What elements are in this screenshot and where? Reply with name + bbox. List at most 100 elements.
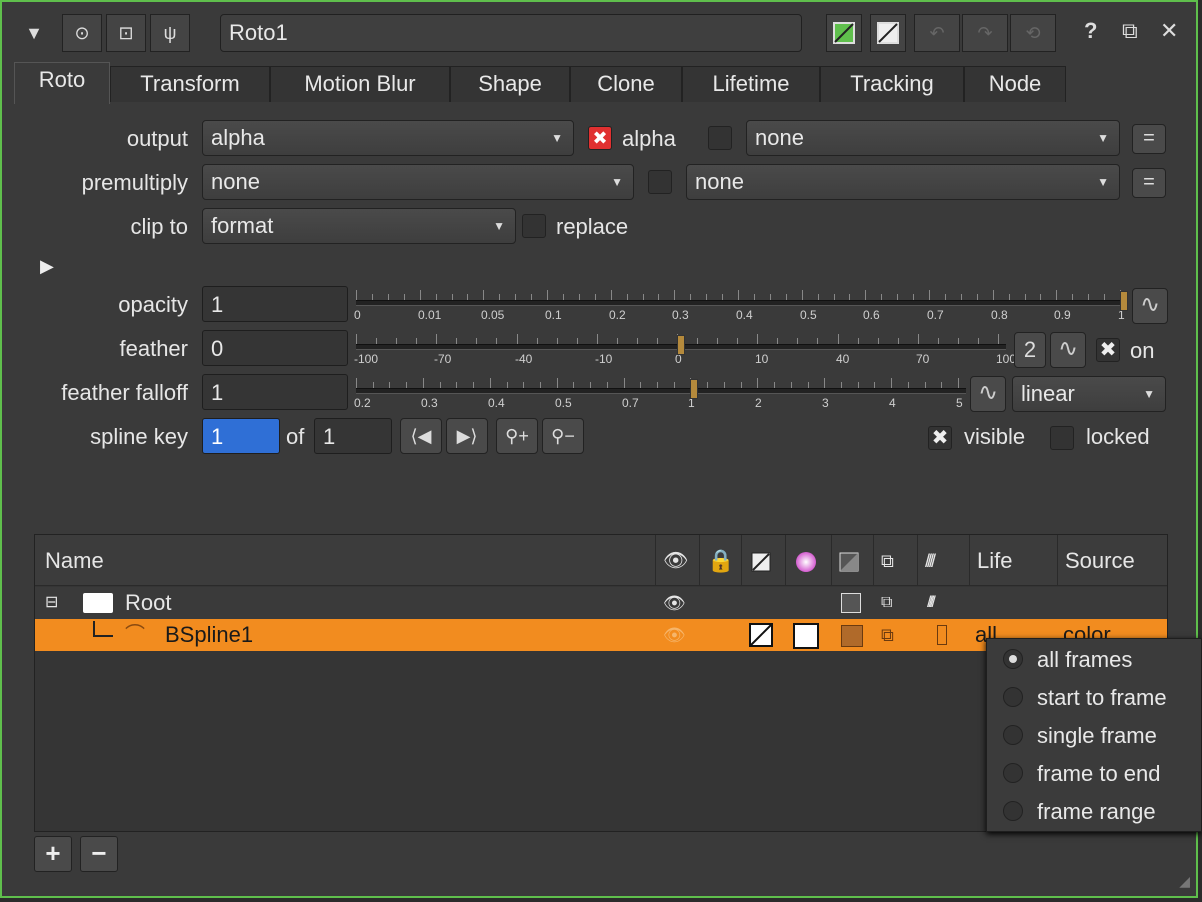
motionblur-icon[interactable]: //// (927, 587, 936, 619)
col-name[interactable]: Name (45, 535, 104, 585)
expand-arrow-icon[interactable]: ▶ (40, 256, 54, 277)
help-icon[interactable]: ? (1084, 18, 1097, 44)
col-source[interactable]: Source (1065, 535, 1135, 585)
tab-shape[interactable]: Shape (450, 66, 570, 102)
eye-icon[interactable]: 👁 (663, 587, 686, 619)
slider-track[interactable] (356, 388, 966, 394)
premultiply-eq-button[interactable]: = (1132, 168, 1166, 198)
splinekey-input[interactable]: 1 (202, 418, 280, 454)
slider-tick (523, 382, 524, 388)
locked-checkbox[interactable] (1050, 426, 1074, 450)
visible-checkbox[interactable]: ✖ (928, 426, 952, 450)
menu-item-all-frames[interactable]: all frames (987, 641, 1201, 679)
feather-curve-icon[interactable]: ∿ (1050, 332, 1086, 368)
remove-shape-button[interactable]: − (80, 836, 118, 872)
replace-checkbox[interactable] (522, 214, 546, 238)
eye-icon[interactable]: 👁 (663, 619, 686, 651)
remove-key-icon[interactable]: ⚲− (542, 418, 584, 454)
slider-tick (456, 338, 457, 344)
output-channel2-checkbox[interactable] (708, 126, 732, 150)
premultiply-channel2-checkbox[interactable] (648, 170, 672, 194)
overlay-icon[interactable] (749, 623, 773, 656)
slider-tick (913, 294, 914, 300)
tab-motion-blur[interactable]: Motion Blur (270, 66, 450, 102)
col-visibility-eye-icon[interactable]: 👁 (663, 535, 688, 585)
collapse-icon[interactable]: ⊟ (45, 587, 58, 619)
node-circle-icon[interactable]: ⊙ (62, 14, 102, 52)
output-alpha-checkbox[interactable]: ✖ (588, 126, 612, 150)
undo-icon[interactable]: ↶ (914, 14, 960, 52)
premultiply-channel2-dropdown[interactable]: none ▼ (686, 164, 1120, 200)
tree-row-root[interactable]: ⊟ Root 👁 ⧉ //// (35, 587, 1167, 619)
close-icon[interactable]: ✕ (1160, 18, 1178, 44)
tab-roto[interactable]: Roto (14, 62, 110, 104)
blend-icon[interactable]: ⧉ (881, 619, 894, 651)
add-key-icon[interactable]: ⚲+ (496, 418, 538, 454)
slider-tick-label: 0.8 (991, 308, 1008, 322)
slider-tick (467, 294, 468, 300)
premultiply-dropdown[interactable]: none ▼ (202, 164, 634, 200)
opacity-curve-icon[interactable]: ∿ (1132, 288, 1168, 324)
tab-transform[interactable]: Transform (110, 66, 270, 102)
slider-tick (757, 334, 758, 344)
feather-input[interactable]: 0 (202, 330, 348, 366)
slider-tick (473, 382, 474, 388)
falloff-type-dropdown[interactable]: linear ▼ (1012, 376, 1166, 412)
resize-grip-icon[interactable]: ◢ (1179, 873, 1190, 890)
menu-item-frame-range[interactable]: frame range (987, 793, 1201, 831)
next-key-icon[interactable]: ▶⟩ (446, 418, 488, 454)
slider-tick (697, 338, 698, 344)
col-blend-icon[interactable]: ⧉ (881, 535, 894, 585)
collapse-arrow-icon[interactable]: ▼ (14, 14, 54, 52)
slider-tick-label: 0.7 (927, 308, 944, 322)
blend-icon[interactable]: ⧉ (881, 587, 892, 619)
redo-icon[interactable]: ↷ (962, 14, 1008, 52)
tab-tracking[interactable]: Tracking (820, 66, 964, 102)
viewer-icon[interactable]: ⊡ (106, 14, 146, 52)
opacity-input[interactable]: 1 (202, 286, 348, 322)
feather-slider[interactable]: -100 -70 -40 -10 0 10 40 70 100 (354, 334, 1016, 374)
slider-handle[interactable] (690, 379, 698, 399)
motionblur-icon[interactable] (937, 625, 947, 645)
color-swatch[interactable] (793, 623, 819, 649)
feather-on-checkbox[interactable]: ✖ (1096, 338, 1120, 362)
invert-icon[interactable] (841, 593, 861, 613)
invert-icon[interactable] (841, 625, 863, 647)
node-name-field[interactable]: Roto1 (220, 14, 802, 52)
slider-tick (617, 338, 618, 344)
tab-node[interactable]: Node (964, 66, 1066, 102)
col-life[interactable]: Life (977, 535, 1012, 585)
tab-lifetime[interactable]: Lifetime (682, 66, 820, 102)
prev-key-icon[interactable]: ⟨◀ (400, 418, 442, 454)
rgb-toggle-icon[interactable] (826, 14, 862, 52)
feather-count-button[interactable]: 2 (1014, 332, 1046, 368)
slider-track[interactable] (356, 300, 1128, 306)
opacity-slider[interactable]: 0 0.01 0.05 0.1 0.2 0.3 0.4 0.5 0.6 0.7 0.8 0.9 1 (354, 290, 1128, 330)
slider-tick (1072, 294, 1073, 300)
menu-item-start-to-frame[interactable]: start to frame (987, 679, 1201, 717)
wrench-icon[interactable]: ψ (150, 14, 190, 52)
menu-item-single-frame[interactable]: single frame (987, 717, 1201, 755)
output-channel2-dropdown[interactable]: none ▼ (746, 120, 1120, 156)
alpha-toggle-icon[interactable] (870, 14, 906, 52)
float-icon[interactable]: ⧉ (1122, 18, 1138, 44)
slider-tick-label: 0.2 (354, 396, 371, 410)
clipto-dropdown[interactable]: format ▼ (202, 208, 516, 244)
col-overlay-icon[interactable] (751, 535, 771, 585)
col-invert-icon[interactable] (839, 535, 859, 585)
menu-item-frame-to-end[interactable]: frame to end (987, 755, 1201, 793)
falloff-slider[interactable]: 0.2 0.3 0.4 0.5 0.7 1 2 3 4 5 (354, 378, 966, 418)
col-motionblur-icon[interactable]: //// (925, 535, 936, 585)
lifetime-popup-menu: all frames start to frame single frame f… (986, 638, 1202, 832)
col-lock-icon[interactable]: 🔒 (707, 535, 734, 585)
add-shape-button[interactable]: + (34, 836, 72, 872)
output-eq-button[interactable]: = (1132, 124, 1166, 154)
output-dropdown[interactable]: alpha ▼ (202, 120, 574, 156)
slider-handle[interactable] (677, 335, 685, 355)
falloff-input[interactable]: 1 (202, 374, 348, 410)
slider-handle[interactable] (1120, 291, 1128, 311)
col-color-wheel-icon[interactable] (795, 535, 817, 585)
revert-icon[interactable]: ⟲ (1010, 14, 1056, 52)
falloff-curve-icon[interactable]: ∿ (970, 376, 1006, 412)
tab-clone[interactable]: Clone (570, 66, 682, 102)
